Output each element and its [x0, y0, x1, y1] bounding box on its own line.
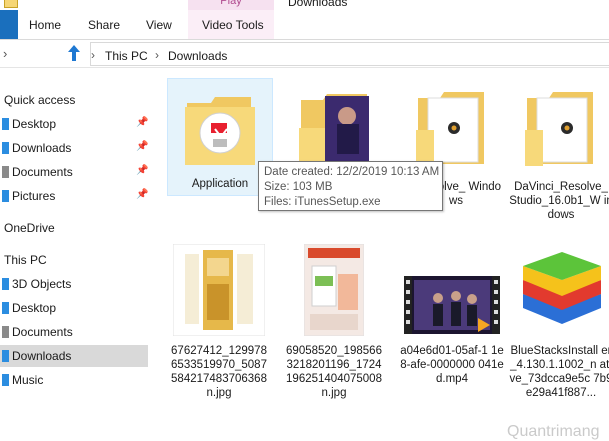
- address-bar: › › This PC › Downloads: [0, 40, 609, 68]
- nav-item-label: Music: [12, 373, 44, 387]
- tab-share[interactable]: Share: [88, 18, 120, 32]
- file-name: 69058520_198566 3218201196_1724 19625140…: [286, 345, 382, 399]
- 3d-objects-icon: [2, 278, 9, 290]
- breadcrumb-downloads[interactable]: Downloads: [168, 49, 227, 63]
- pin-icon: 📌: [136, 165, 149, 176]
- davinci-folder-icon: [416, 92, 484, 166]
- pin-icon: 📌: [136, 141, 149, 152]
- forward-chevron-icon[interactable]: ›: [3, 46, 7, 61]
- file-item-image-2[interactable]: 69058520_198566 3218201196_1724 19625140…: [282, 240, 386, 399]
- video-thumbnail-icon: [404, 276, 500, 334]
- nav-item-downloads[interactable]: Downloads 📌: [0, 137, 148, 159]
- up-arrow-icon[interactable]: [66, 43, 82, 63]
- file-info-tooltip: Date created: 12/2/2019 10:13 AM Size: 1…: [258, 161, 443, 211]
- bluestacks-icon: [523, 252, 601, 324]
- image-thumbnail-icon: [173, 244, 265, 336]
- nav-onedrive[interactable]: OneDrive: [4, 221, 55, 235]
- nav-item-label: Desktop: [12, 301, 57, 315]
- contextual-tab-play[interactable]: Play: [188, 0, 274, 10]
- title-bar: Play Downloads: [0, 0, 609, 10]
- image-thumbnail-icon: [304, 244, 364, 336]
- documents-icon: [2, 166, 9, 178]
- photo-folder-icon: [299, 94, 369, 168]
- nav-item-label: Documents: [12, 165, 73, 179]
- nav-item-music[interactable]: Music: [0, 369, 148, 391]
- window-title: Downloads: [288, 0, 348, 9]
- nav-item-desktop-pc[interactable]: Desktop: [0, 297, 148, 319]
- file-name: 67627412_129978 6533519970_5087 58421748…: [171, 345, 267, 399]
- navigation-pane: Quick access Desktop 📌 Downloads 📌 Docum…: [0, 68, 152, 395]
- music-icon: [2, 374, 9, 386]
- address-box[interactable]: › This PC › Downloads: [90, 42, 609, 66]
- nav-item-label: Downloads: [12, 141, 72, 155]
- file-item-bluestacks[interactable]: BlueStacksInstall er_4.130.1.1002_n ativ…: [509, 240, 609, 399]
- itunes-folder-icon: [185, 97, 255, 165]
- tooltip-size: Size: 103 MB: [264, 181, 333, 193]
- nav-item-label: 3D Objects: [12, 277, 72, 291]
- nav-item-label: Downloads: [12, 349, 72, 363]
- tab-home[interactable]: Home: [29, 18, 61, 32]
- nav-item-label: Desktop: [12, 117, 57, 131]
- breadcrumb-separator-icon: ›: [91, 48, 95, 62]
- file-name: Application: [191, 178, 249, 190]
- nav-item-documents-pc[interactable]: Documents: [0, 321, 148, 343]
- downloads-icon: [2, 142, 9, 154]
- tab-video-tools[interactable]: Video Tools: [202, 18, 264, 32]
- desktop-icon: [2, 302, 9, 314]
- nav-item-documents[interactable]: Documents 📌: [0, 161, 148, 183]
- tooltip-date-created: Date created: 12/2/2019 10:13 AM: [264, 166, 440, 178]
- quick-access-folder-icon[interactable]: [4, 0, 18, 8]
- desktop-icon: [2, 118, 9, 130]
- tab-view[interactable]: View: [146, 18, 172, 32]
- nav-item-downloads-pc[interactable]: Downloads: [0, 345, 148, 367]
- nav-item-pictures[interactable]: Pictures 📌: [0, 185, 148, 207]
- pictures-icon: [2, 190, 9, 202]
- file-item-video[interactable]: a04e6d01-05af-1 1e8-afe-0000000 041ed.mp…: [400, 240, 504, 395]
- file-tab[interactable]: [0, 10, 18, 39]
- file-list: Application _Resolve_ Windows DaVinci_Re…: [152, 68, 609, 440]
- davinci-folder-icon: [525, 92, 593, 166]
- watermark: Quantrimang: [507, 423, 600, 440]
- nav-this-pc[interactable]: This PC: [4, 253, 47, 267]
- documents-icon: [2, 326, 9, 338]
- nav-item-3d-objects[interactable]: 3D Objects: [0, 273, 148, 295]
- file-name: BlueStacksInstall er_4.130.1.1002_n ativ…: [509, 345, 609, 399]
- file-name: a04e6d01-05af-1 1e8-afe-0000000 041ed.mp…: [400, 345, 504, 385]
- pin-icon: 📌: [136, 189, 149, 200]
- nav-item-label: Documents: [12, 325, 73, 339]
- downloads-icon: [2, 350, 9, 362]
- tooltip-files: Files: iTunesSetup.exe: [264, 196, 381, 208]
- file-name: DaVinci_Resolve_ Studio_16.0b1_W indows: [509, 181, 609, 221]
- nav-quick-access[interactable]: Quick access: [4, 93, 75, 107]
- breadcrumb-separator-icon: ›: [155, 48, 159, 62]
- nav-item-desktop[interactable]: Desktop 📌: [0, 113, 148, 135]
- file-item-davinci-studio[interactable]: DaVinci_Resolve_ Studio_16.0b1_W indows: [509, 78, 609, 221]
- file-item-image-1[interactable]: 67627412_129978 6533519970_5087 58421748…: [167, 240, 271, 399]
- pin-icon: 📌: [136, 117, 149, 128]
- ribbon-tabs: Home Share View Video Tools: [0, 10, 609, 40]
- breadcrumb-this-pc[interactable]: This PC: [105, 49, 148, 63]
- nav-item-label: Pictures: [12, 189, 56, 203]
